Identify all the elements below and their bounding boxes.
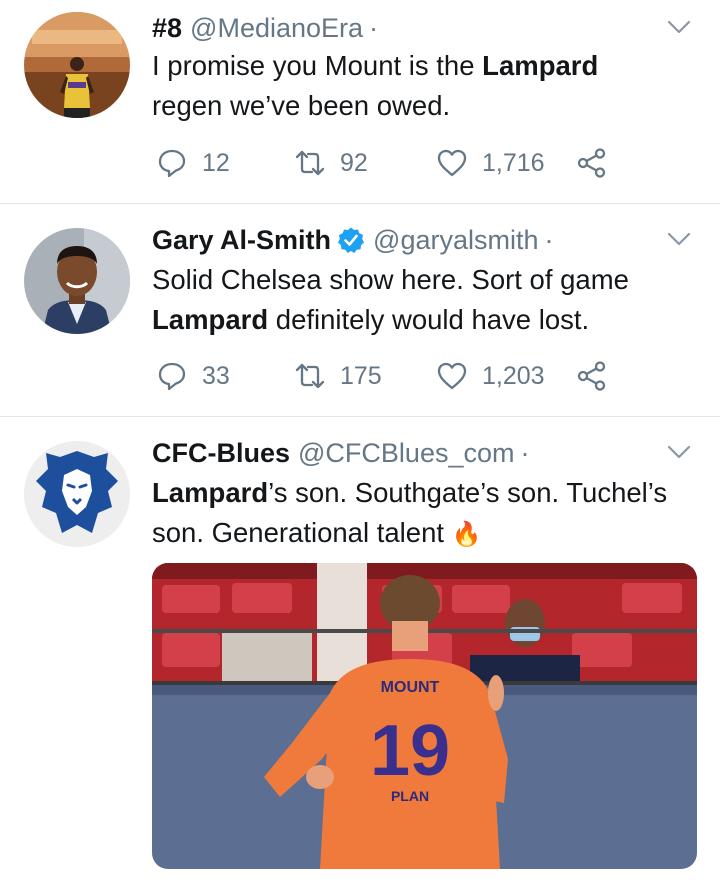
tweet-actions: 33 175 1,203 xyxy=(152,356,632,396)
retweet-icon xyxy=(295,150,325,176)
reply-icon xyxy=(158,362,186,391)
retweet-icon xyxy=(295,363,325,389)
share-icon xyxy=(577,361,606,391)
tweet-1[interactable]: #8 @MedianoEra · I promise you Mount is … xyxy=(0,0,720,203)
tweet-header: CFC-Blues @CFCBlues_com · xyxy=(152,433,529,473)
display-name[interactable]: #8 xyxy=(152,13,182,44)
tweet-text: Solid Chelsea show here. Sort of game La… xyxy=(152,264,629,335)
reply-count: 33 xyxy=(202,361,230,390)
separator-dot: · xyxy=(520,437,530,468)
share-button[interactable] xyxy=(576,356,622,396)
tweet-media-image[interactable]: MOUNT 19 PLAN xyxy=(152,563,697,869)
retweet-count: 175 xyxy=(340,361,382,390)
avatar[interactable] xyxy=(24,441,130,547)
retweet-button[interactable]: 92 xyxy=(294,143,368,183)
like-count: 1,203 xyxy=(482,361,545,390)
mention-bold: Lampard xyxy=(152,304,269,335)
share-icon xyxy=(577,148,606,178)
tweet-actions: 12 92 1,716 xyxy=(152,143,632,183)
like-count: 1,716 xyxy=(482,148,545,177)
user-handle[interactable]: @garyalsmith xyxy=(373,225,538,256)
jersey-number: 19 xyxy=(370,711,450,791)
jersey-name: MOUNT xyxy=(381,679,440,696)
user-handle[interactable]: @CFCBlues_com xyxy=(298,438,514,469)
tweet-text: I promise you Mount is the Lampard regen… xyxy=(152,50,599,121)
share-button[interactable] xyxy=(576,143,622,183)
retweet-button[interactable]: 175 xyxy=(294,356,382,396)
tweet-2[interactable]: Gary Al-Smith @garyalsmith · Solid Chels… xyxy=(0,204,720,416)
tweet-text: Lampard’s son. Southgate’s son. Tuchel’s… xyxy=(152,477,668,548)
verified-badge-icon xyxy=(338,227,365,253)
retweet-count: 92 xyxy=(340,148,368,177)
reply-button[interactable]: 33 xyxy=(156,356,230,396)
reply-count: 12 xyxy=(202,148,230,177)
avatar[interactable] xyxy=(24,228,130,334)
like-icon xyxy=(437,362,467,390)
mention-bold: Lampard xyxy=(482,50,599,81)
avatar[interactable] xyxy=(24,12,130,118)
fire-emoji: 🔥 xyxy=(451,521,482,548)
separator-dot: · xyxy=(544,224,554,255)
separator-dot: · xyxy=(369,12,379,43)
tweet-header: #8 @MedianoEra · xyxy=(152,8,378,48)
jersey-sponsor: PLAN xyxy=(391,788,429,804)
user-handle[interactable]: @MedianoEra xyxy=(190,13,363,44)
chevron-down-icon[interactable] xyxy=(664,224,694,254)
like-button[interactable]: 1,203 xyxy=(436,356,545,396)
reply-button[interactable]: 12 xyxy=(156,143,230,183)
tweet-header: Gary Al-Smith @garyalsmith · xyxy=(152,220,554,260)
chevron-down-icon[interactable] xyxy=(664,12,694,42)
chevron-down-icon[interactable] xyxy=(664,437,694,467)
display-name[interactable]: CFC-Blues xyxy=(152,438,290,469)
display-name[interactable]: Gary Al-Smith xyxy=(152,225,331,256)
mention-bold: Lampard xyxy=(152,477,269,508)
reply-icon xyxy=(158,149,186,178)
like-button[interactable]: 1,716 xyxy=(436,143,545,183)
like-icon xyxy=(437,149,467,177)
